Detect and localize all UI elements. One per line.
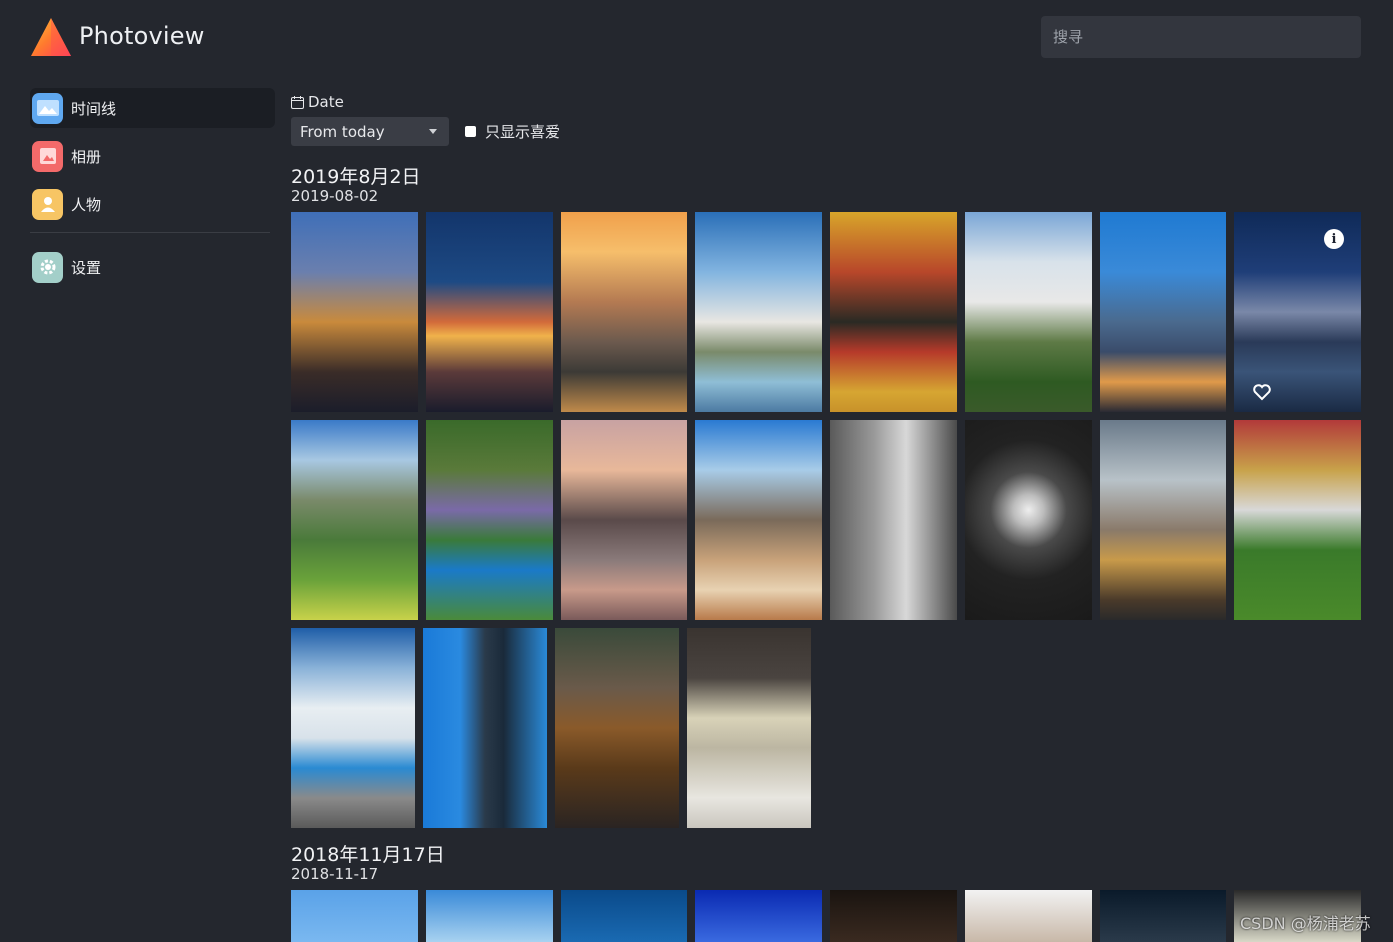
photo-thumbnail[interactable] bbox=[555, 628, 679, 828]
favorites-checkbox[interactable] bbox=[465, 126, 476, 137]
photo-thumbnail[interactable] bbox=[964, 420, 1092, 620]
photo-thumbnail[interactable] bbox=[1099, 890, 1227, 942]
sidebar-item-label: 设置 bbox=[71, 258, 102, 277]
day-title: 2018年11月17日 bbox=[291, 844, 445, 866]
timeline-main: Date From today 只显示喜爱 2019年8月2日 2019-08-… bbox=[291, 88, 1361, 942]
search-input[interactable] bbox=[1041, 16, 1361, 58]
photo-thumbnail[interactable] bbox=[830, 212, 957, 412]
photo-thumbnail[interactable] bbox=[695, 890, 822, 942]
day-title: 2019年8月2日 bbox=[291, 166, 421, 188]
photo-thumbnail[interactable] bbox=[830, 420, 957, 620]
settings-icon bbox=[32, 251, 63, 283]
photo-thumbnail[interactable] bbox=[560, 420, 688, 620]
sidebar-item-albums[interactable]: 相册 bbox=[30, 136, 275, 176]
favorites-label: 只显示喜爱 bbox=[485, 123, 561, 141]
photo-grid bbox=[291, 890, 1361, 942]
photo-thumbnail[interactable] bbox=[291, 420, 418, 620]
date-order-value: From today bbox=[300, 122, 385, 141]
sidebar-divider bbox=[30, 232, 270, 233]
photo-thumbnail[interactable] bbox=[291, 628, 415, 828]
favorite-heart-icon[interactable] bbox=[1252, 382, 1272, 402]
watermark: CSDN @杨浦老苏 bbox=[1240, 914, 1371, 933]
chevron-down-icon bbox=[429, 129, 437, 134]
people-icon bbox=[32, 188, 63, 220]
photo-thumbnail[interactable] bbox=[423, 628, 547, 828]
day-date: 2019-08-02 bbox=[291, 187, 379, 205]
photo-row bbox=[291, 890, 1361, 942]
date-order-select[interactable]: From today bbox=[291, 117, 449, 146]
photo-thumbnail[interactable] bbox=[425, 212, 553, 412]
day-heading: 2019年8月2日 2019-08-02 bbox=[291, 166, 1361, 204]
photo-thumbnail[interactable] bbox=[830, 890, 957, 942]
sidebar-item-label: 时间线 bbox=[71, 99, 117, 118]
sidebar-item-label: 相册 bbox=[71, 147, 102, 166]
photo-thumbnail[interactable]: i bbox=[1234, 212, 1361, 412]
photo-thumbnail[interactable] bbox=[1099, 420, 1227, 620]
photo-grid: i bbox=[291, 212, 1361, 828]
header: Photoview bbox=[0, 0, 1393, 80]
photo-thumbnail[interactable] bbox=[560, 212, 688, 412]
sidebar-item-settings[interactable]: 设置 bbox=[30, 247, 275, 287]
photo-row bbox=[291, 420, 1361, 620]
photo-row bbox=[291, 628, 1361, 828]
photo-thumbnail[interactable] bbox=[1234, 420, 1361, 620]
sidebar-item-people[interactable]: 人物 bbox=[30, 184, 275, 224]
app-title: Photoview bbox=[79, 22, 205, 50]
calendar-icon bbox=[291, 95, 304, 109]
date-label-text: Date bbox=[308, 93, 344, 111]
photo-thumbnail[interactable] bbox=[560, 890, 688, 942]
photo-thumbnail[interactable] bbox=[695, 420, 822, 620]
timeline-icon bbox=[32, 92, 63, 124]
photoview-logo-icon bbox=[31, 18, 71, 56]
photo-thumbnail[interactable] bbox=[964, 890, 1092, 942]
photo-thumbnail[interactable] bbox=[425, 890, 553, 942]
photo-thumbnail[interactable] bbox=[291, 890, 418, 942]
album-icon bbox=[32, 140, 63, 172]
photo-thumbnail[interactable] bbox=[964, 212, 1092, 412]
day-heading: 2018年11月17日 2018-11-17 bbox=[291, 844, 1361, 882]
photo-thumbnail[interactable] bbox=[291, 212, 418, 412]
info-icon[interactable]: i bbox=[1324, 229, 1344, 249]
sidebar-item-timeline[interactable]: 时间线 bbox=[30, 88, 275, 128]
day-date: 2018-11-17 bbox=[291, 865, 379, 883]
photo-thumbnail[interactable] bbox=[695, 212, 822, 412]
sidebar-item-label: 人物 bbox=[71, 195, 102, 214]
photo-thumbnail[interactable] bbox=[687, 628, 811, 828]
photo-thumbnail[interactable] bbox=[1099, 212, 1227, 412]
filter-bar: From today 只显示喜爱 bbox=[291, 117, 1361, 146]
favorites-toggle[interactable]: 只显示喜爱 bbox=[465, 121, 560, 142]
sidebar: 时间线 相册 人物 设置 bbox=[30, 88, 275, 295]
date-filter-label: Date bbox=[291, 93, 1361, 111]
photo-row: i bbox=[291, 212, 1361, 412]
photo-thumbnail[interactable] bbox=[425, 420, 553, 620]
